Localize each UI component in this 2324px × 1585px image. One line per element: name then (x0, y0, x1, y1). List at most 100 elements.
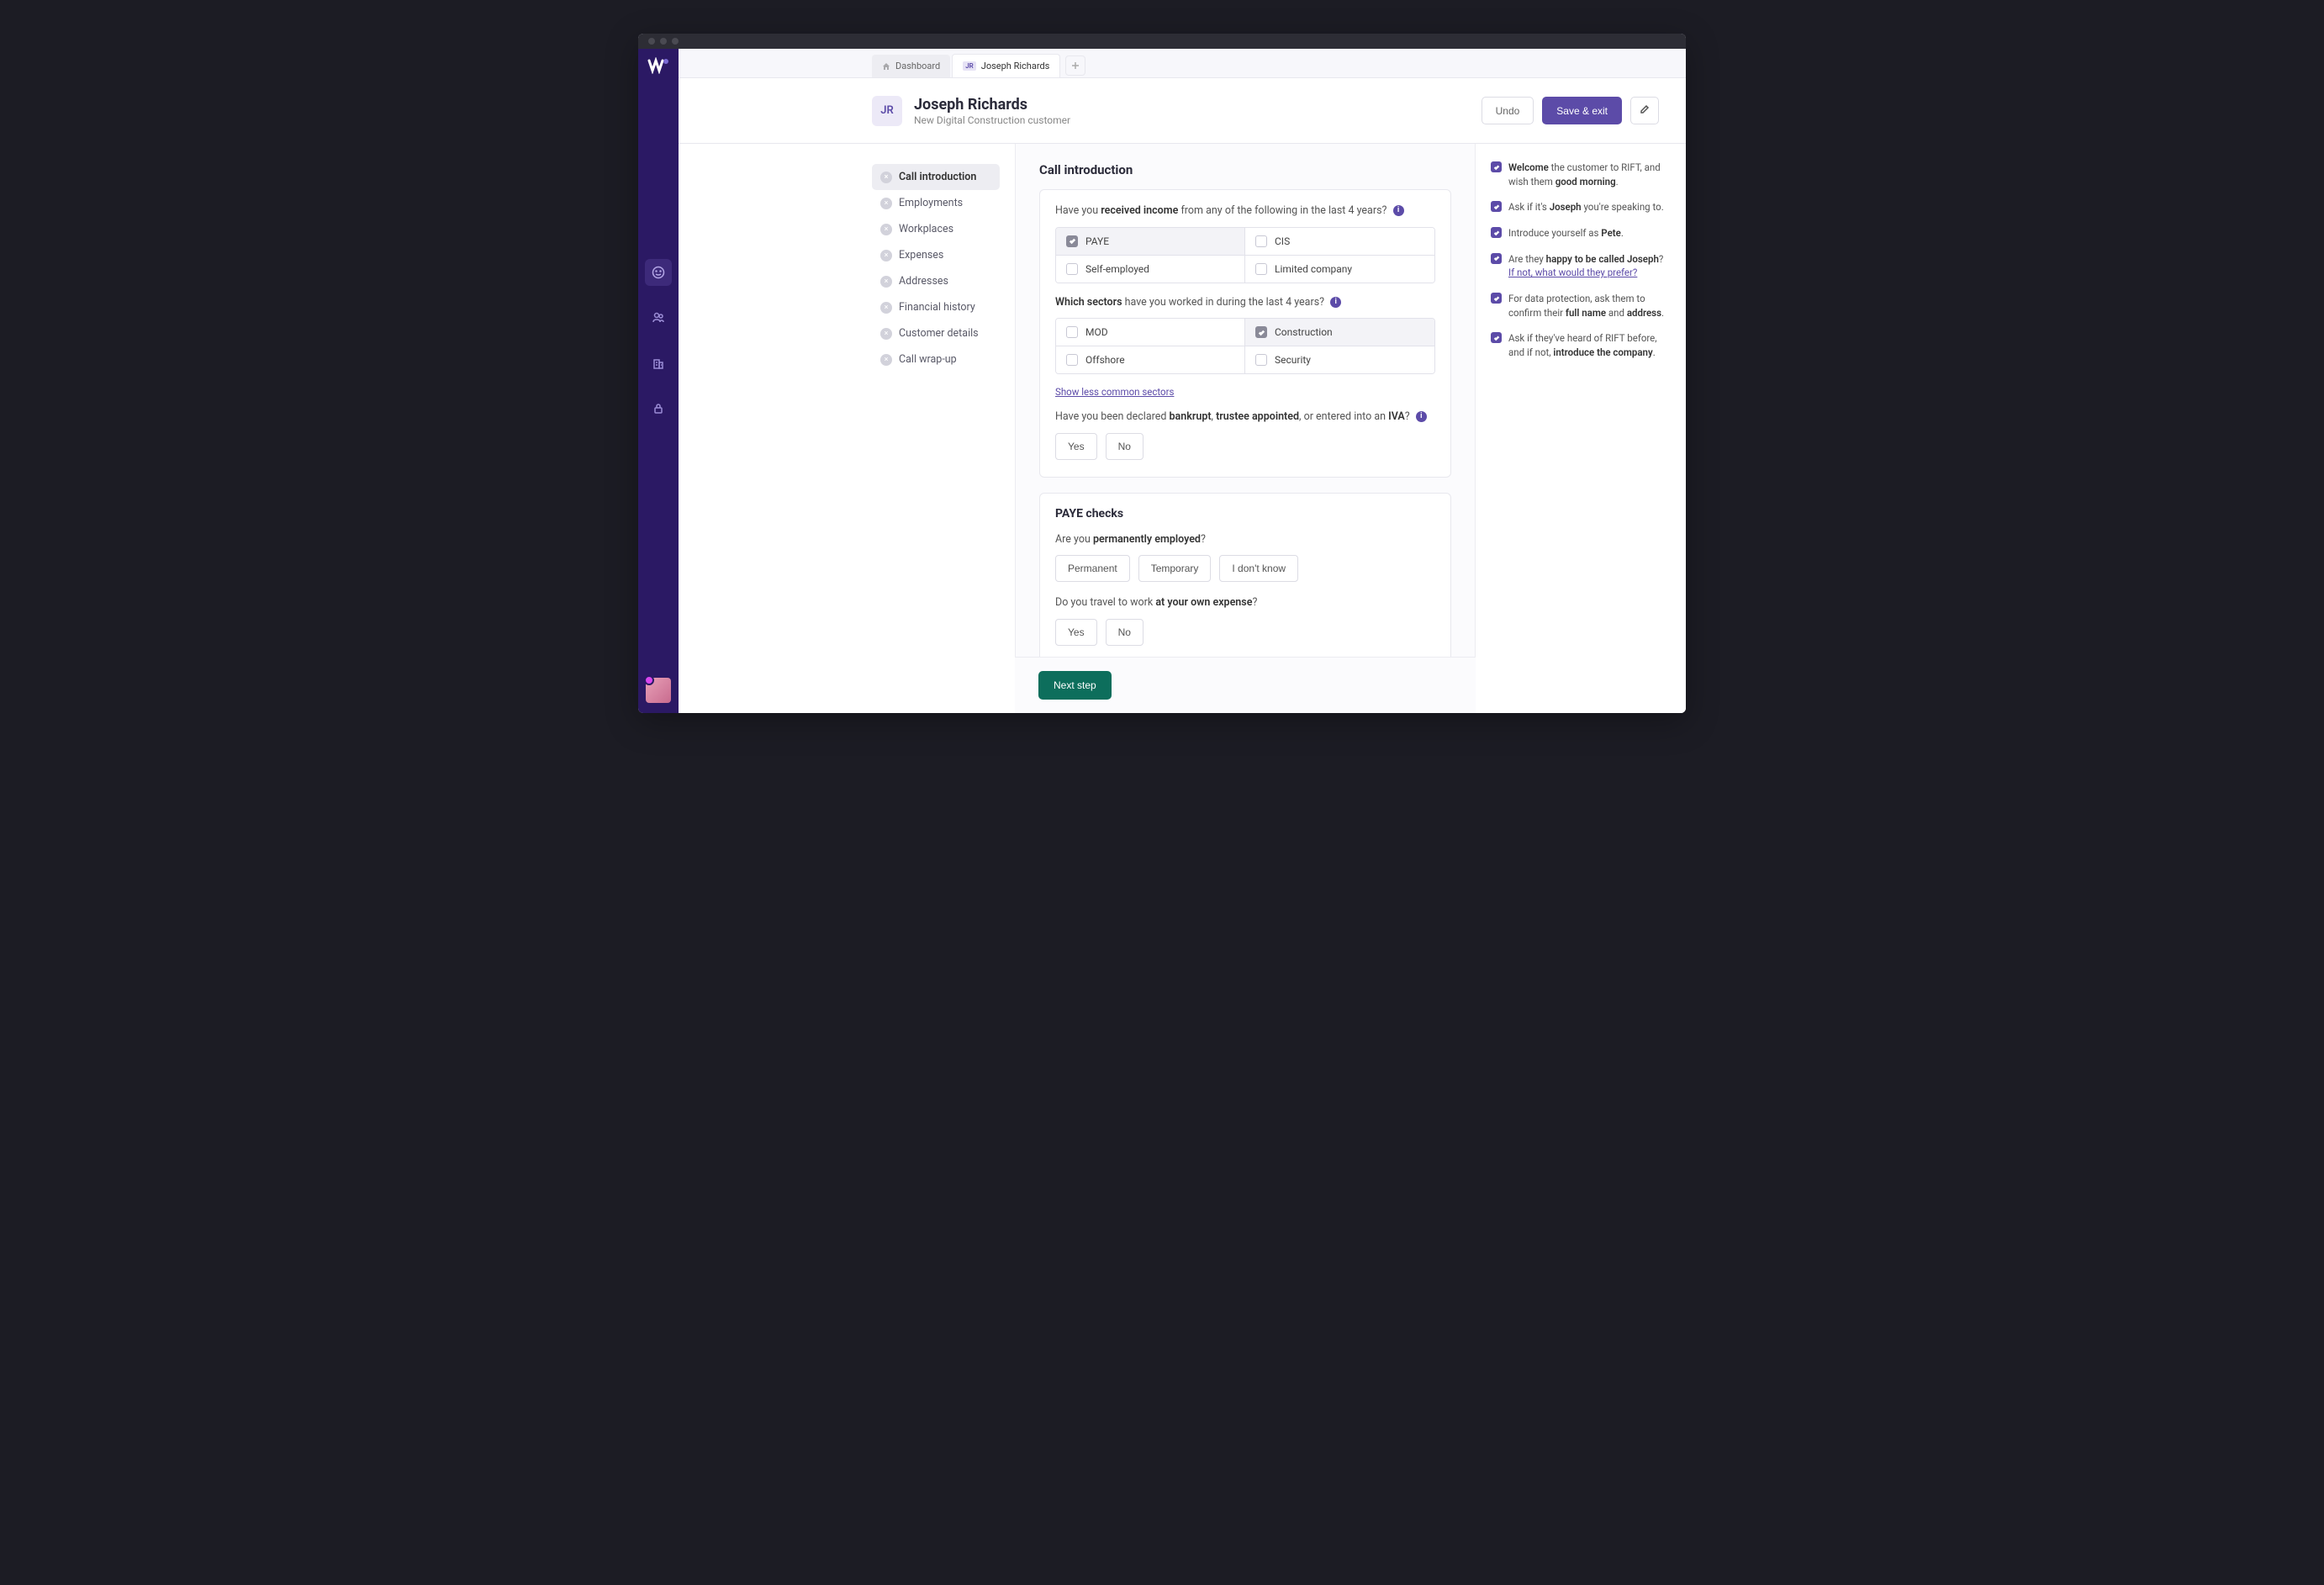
step-call-wrap-up[interactable]: × Call wrap-up (872, 346, 1000, 372)
tab-dashboard[interactable]: Dashboard (872, 55, 950, 77)
paye-card: PAYE checks Are you permanently employed… (1039, 493, 1451, 658)
user-avatar[interactable] (646, 678, 671, 703)
step-label: Addresses (899, 275, 948, 288)
step-label: Expenses (899, 249, 943, 262)
tab-dashboard-label: Dashboard (895, 61, 940, 71)
preferred-name-link[interactable]: If not, what would they prefer? (1508, 267, 1637, 278)
temporary-button[interactable]: Temporary (1138, 555, 1212, 582)
circle-x-icon: × (880, 328, 892, 340)
travel-no-button[interactable]: No (1106, 619, 1144, 646)
option-self-employed[interactable]: Self-employed (1056, 256, 1245, 283)
undo-button[interactable]: Undo (1482, 97, 1534, 124)
step-addresses[interactable]: × Addresses (872, 268, 1000, 294)
traffic-light-minimize[interactable] (660, 38, 667, 45)
app-logo (647, 57, 669, 74)
check-icon (1491, 201, 1502, 212)
traffic-light-close[interactable] (648, 38, 655, 45)
option-paye[interactable]: PAYE (1056, 228, 1245, 256)
script-introduce: Introduce yourself as Pete. (1491, 226, 1667, 240)
step-label: Financial history (899, 301, 975, 314)
window-title-bar (638, 34, 1686, 49)
step-workplaces[interactable]: × Workplaces (872, 216, 1000, 242)
check-icon (1491, 332, 1502, 343)
circle-x-icon: × (880, 276, 892, 288)
circle-x-icon: × (880, 302, 892, 314)
nav-rail (638, 49, 679, 713)
step-label: Customer details (899, 327, 979, 340)
permanent-question: Are you permanently employed? (1055, 532, 1435, 547)
customer-subtitle: New Digital Construction customer (914, 114, 1070, 126)
step-label: Call introduction (899, 171, 976, 183)
step-label: Employments (899, 197, 963, 209)
intro-card: Have you received income from any of the… (1039, 189, 1451, 478)
option-mod[interactable]: MOD (1056, 319, 1245, 346)
tab-customer[interactable]: JR Joseph Richards (952, 54, 1060, 77)
show-less-sectors-link[interactable]: Show less common sectors (1055, 386, 1174, 398)
customer-name: Joseph Richards (914, 96, 1070, 114)
customer-avatar: JR (872, 96, 902, 126)
option-construction[interactable]: Construction (1245, 319, 1434, 346)
option-limited-company[interactable]: Limited company (1245, 256, 1434, 283)
circle-x-icon: × (880, 250, 892, 262)
plus-icon (1071, 61, 1080, 70)
step-label: Call wrap-up (899, 353, 957, 366)
main-form: Call introduction Have you received inco… (1015, 144, 1476, 657)
step-employments[interactable]: × Employments (872, 190, 1000, 216)
circle-x-icon: × (880, 354, 892, 366)
page-header: JR Joseph Richards New Digital Construct… (679, 78, 1686, 144)
income-question: Have you received income from any of the… (1055, 203, 1435, 219)
bankrupt-question: Have you been declared bankrupt, trustee… (1055, 409, 1435, 425)
travel-expense-question: Do you travel to work at your own expens… (1055, 595, 1435, 610)
permanent-button[interactable]: Permanent (1055, 555, 1130, 582)
sectors-question: Which sectors have you worked in during … (1055, 295, 1435, 310)
form-footer: Next step (1015, 657, 1476, 713)
script-preferred-name: Are they happy to be called Joseph?If no… (1491, 252, 1667, 280)
nav-building-icon[interactable] (645, 350, 672, 377)
option-offshore[interactable]: Offshore (1056, 346, 1245, 373)
step-financial-history[interactable]: × Financial history (872, 294, 1000, 320)
check-icon (1491, 227, 1502, 238)
nav-people-icon[interactable] (645, 304, 672, 331)
bankrupt-yes-button[interactable]: Yes (1055, 433, 1097, 460)
tab-customer-label: Joseph Richards (981, 61, 1050, 71)
section-title: Call introduction (1039, 162, 1451, 177)
edit-button[interactable] (1630, 97, 1659, 124)
nav-lock-icon[interactable] (645, 395, 672, 422)
bankrupt-no-button[interactable]: No (1106, 433, 1144, 460)
paye-title: PAYE checks (1055, 507, 1435, 520)
script-confirm-name: Ask if it's Joseph you're speaking to. (1491, 200, 1667, 214)
home-icon (882, 62, 890, 71)
income-options: PAYE CIS Self-employed Limited company (1055, 227, 1435, 283)
tab-strip: Dashboard JR Joseph Richards (679, 49, 1686, 78)
tab-customer-badge: JR (963, 61, 976, 71)
step-call-introduction[interactable]: × Call introduction (872, 164, 1000, 190)
step-customer-details[interactable]: × Customer details (872, 320, 1000, 346)
circle-x-icon: × (880, 224, 892, 235)
sector-options: MOD Construction Offshore Security (1055, 318, 1435, 374)
circle-x-icon: × (880, 198, 892, 209)
travel-yes-button[interactable]: Yes (1055, 619, 1097, 646)
check-icon (1491, 253, 1502, 264)
step-expenses[interactable]: × Expenses (872, 242, 1000, 268)
script-panel: Welcome the customer to RIFT, and wish t… (1476, 144, 1686, 713)
save-exit-button[interactable]: Save & exit (1542, 97, 1622, 124)
step-label: Workplaces (899, 223, 953, 235)
circle-x-icon: × (880, 172, 892, 183)
option-security[interactable]: Security (1245, 346, 1434, 373)
traffic-light-zoom[interactable] (672, 38, 679, 45)
tab-add-button[interactable] (1065, 55, 1085, 76)
check-icon (1491, 293, 1502, 304)
nav-smile-icon[interactable] (645, 259, 672, 286)
info-icon[interactable]: i (1393, 205, 1404, 216)
step-nav: × Call introduction × Employments × Workplace… (679, 144, 1015, 713)
script-welcome: Welcome the customer to RIFT, and wish t… (1491, 161, 1667, 188)
info-icon[interactable]: i (1330, 297, 1341, 308)
check-icon (1491, 161, 1502, 172)
pencil-icon (1640, 104, 1650, 114)
info-icon[interactable]: i (1416, 411, 1427, 422)
option-cis[interactable]: CIS (1245, 228, 1434, 256)
script-heard-of-rift: Ask if they've heard of RIFT before, and… (1491, 331, 1667, 359)
dontknow-button[interactable]: I don't know (1219, 555, 1298, 582)
app-window: Dashboard JR Joseph Richards JR Joseph R… (638, 34, 1686, 713)
next-step-button[interactable]: Next step (1038, 671, 1112, 700)
